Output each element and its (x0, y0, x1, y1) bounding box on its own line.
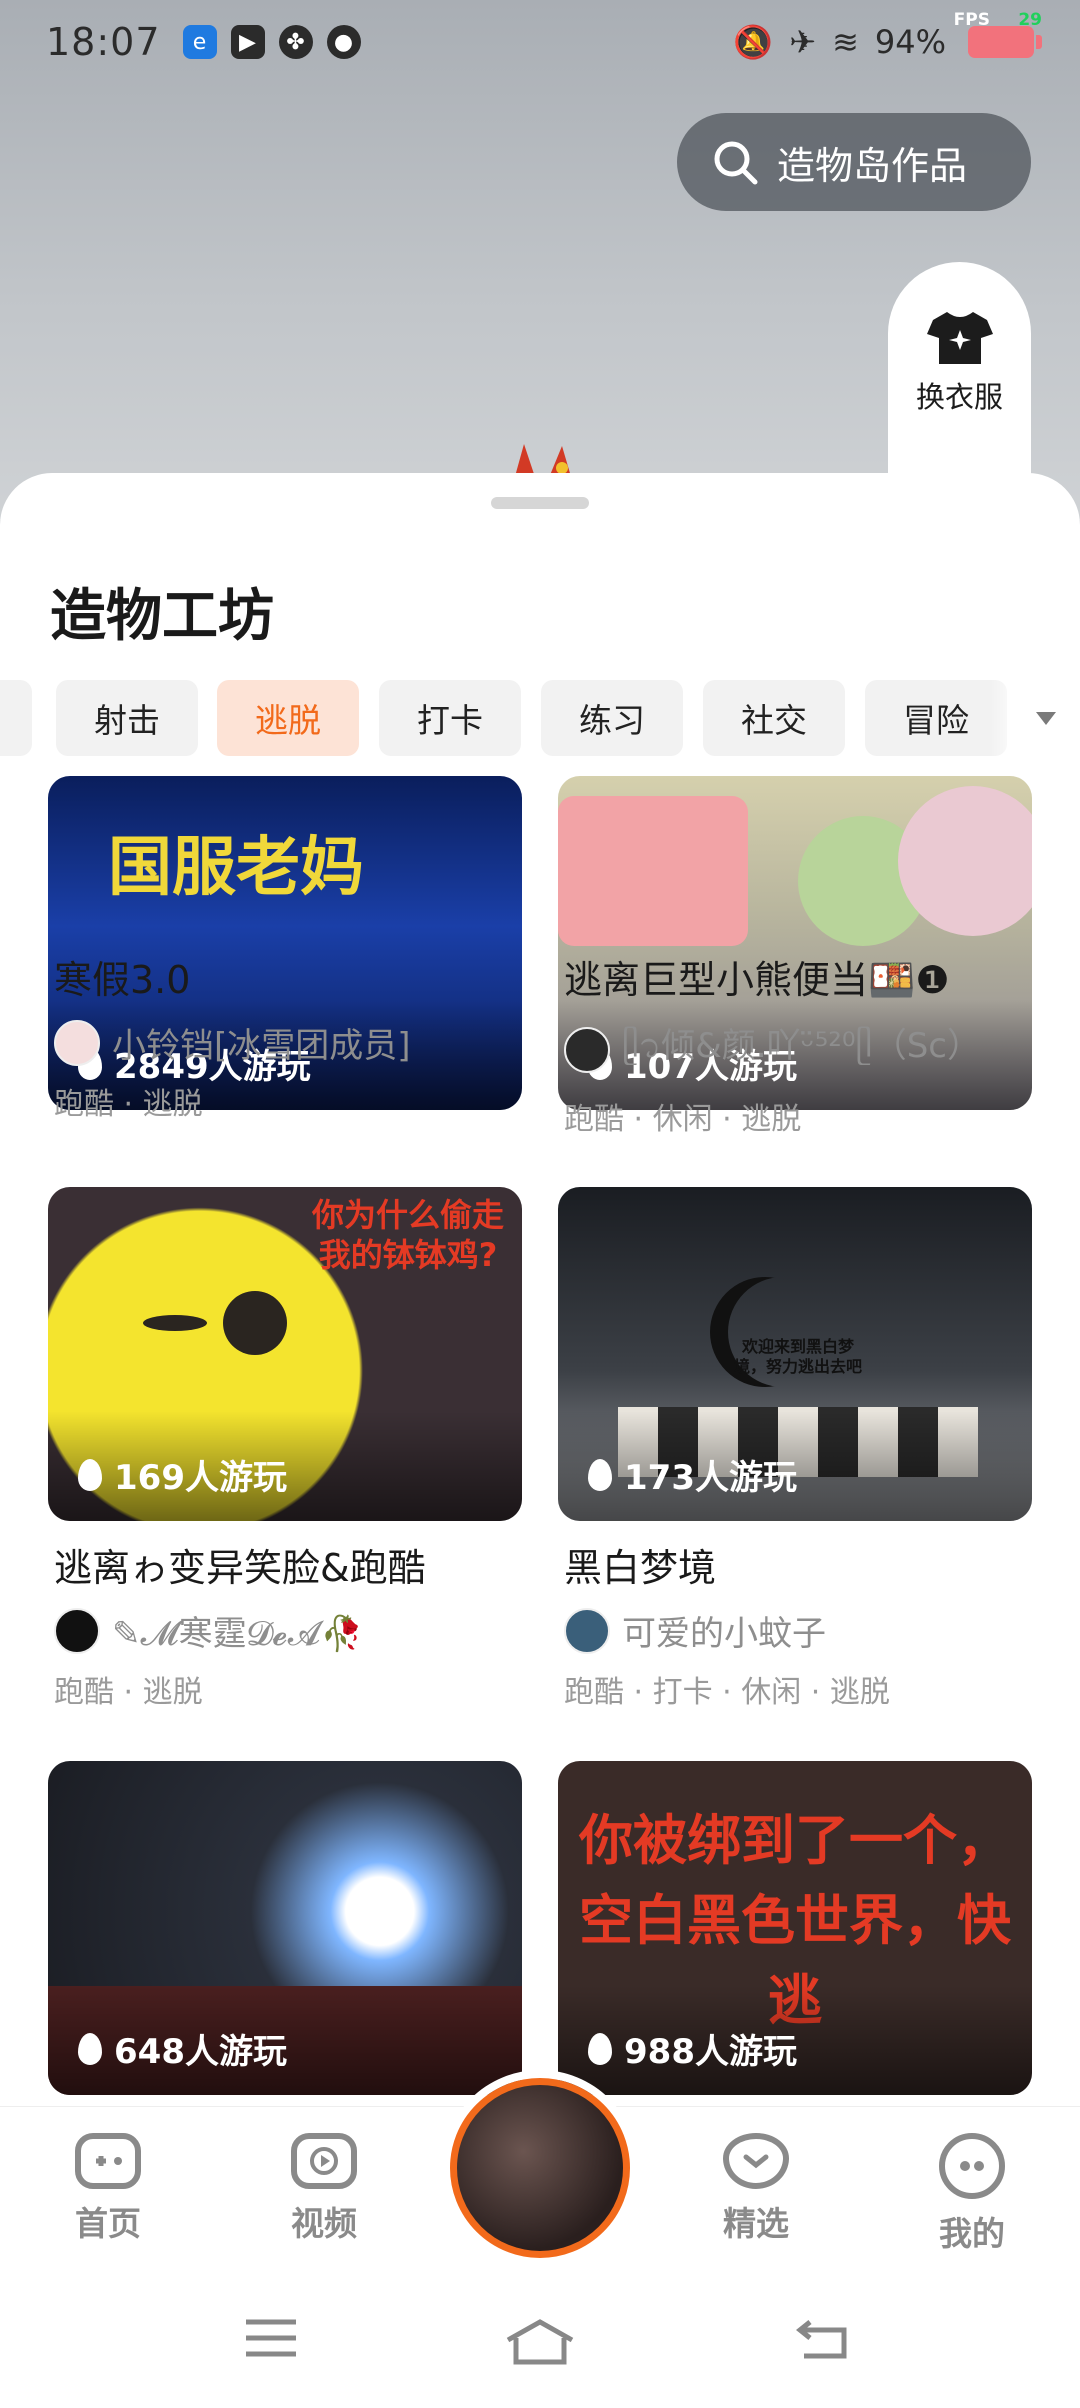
flame-icon (588, 2032, 612, 2065)
flame-icon (78, 1458, 102, 1491)
author-name: ✎𝓜寒霆𝓓𝓮𝓐🥀 (112, 1614, 363, 1654)
system-navigation-bar (0, 2266, 1080, 2408)
game-card-info[interactable]: 寒假3.0 小铃铛[冰雪团成员] 跑酷 · 逃脱 (48, 949, 522, 1123)
avatar (54, 1607, 100, 1654)
browser-app-icon: e (182, 25, 217, 59)
game-author: ✎𝓜寒霆𝓓𝓮𝓐🥀 (48, 1606, 522, 1655)
chevron-down-icon (1036, 711, 1056, 725)
game-title: 逃离ゎ变异笑脸&跑酷 (54, 1546, 426, 1590)
nav-home[interactable]: 首页 (38, 2133, 178, 2245)
avatar (564, 1027, 610, 1073)
fps-value: 29 (1018, 10, 1042, 30)
avatar (54, 1019, 100, 1066)
game-title: 寒假3.0 (54, 958, 191, 1002)
flame-icon (588, 1458, 612, 1491)
game-card[interactable]: 你为什么偷走我的钵钵鸡? 169人游玩 逃离ゎ变异笑脸&跑酷 ✎𝓜寒霆𝓓𝓮𝓐🥀 … (48, 1187, 522, 1711)
thumbnail-caption: 欢迎来到黑白梦境，努力逃出去吧 (733, 1337, 862, 1376)
thumbnail-caption: 你为什么偷走我的钵钵鸡? (311, 1196, 504, 1274)
tshirt-icon (926, 312, 993, 364)
play-count-text: 988人游玩 (624, 2032, 797, 2072)
battery-percent: 94% (874, 23, 946, 61)
mute-icon: 🔕 (733, 23, 774, 61)
battery-icon (968, 26, 1042, 58)
avatar (564, 1607, 610, 1654)
search-icon (714, 141, 758, 185)
author-name: 小铃铛[冰雪团成员] (112, 1026, 411, 1066)
nav-mine-label: 我的 (939, 2214, 1005, 2253)
game-scene-background[interactable]: 18:07 e ▶ ✤ ● 🔕 ✈ ≋ 94% FPS 29 造物岛作品 换衣服 (0, 0, 1080, 522)
nav-featured[interactable]: 精选 (686, 2133, 826, 2245)
game-card[interactable]: 欢迎来到黑白梦境，努力逃出去吧 173人游玩 黑白梦境 可爱的小蚊子 跑酷 · … (558, 1187, 1032, 1711)
game-title: 逃离巨型小熊便当🍱❶ (564, 958, 950, 1002)
center-avatar-button[interactable] (450, 2078, 630, 2258)
video-app-icon: ▶ (230, 25, 265, 59)
author-name: 可爱的小蚊子 (622, 1614, 826, 1654)
home-icon[interactable] (504, 2318, 576, 2366)
play-count-text: 173人游玩 (624, 1458, 797, 1498)
status-notification-icons: e ▶ ✤ ● (182, 25, 361, 59)
airplane-mode-icon: ✈ (789, 23, 817, 61)
nav-mine[interactable]: 我的 (902, 2133, 1042, 2255)
nav-video[interactable]: 视频 (254, 2133, 394, 2245)
author-name: ᥫ᭡倾&颜.吖ᵕ̈⁵²⁰ᥫ（Sc） (622, 1026, 981, 1066)
status-bar: 18:07 e ▶ ✤ ● 🔕 ✈ ≋ 94% FPS 29 (0, 0, 1080, 84)
game-title: 黑白梦境 (564, 1546, 717, 1590)
smiley-icon (939, 2133, 1005, 2199)
game-author: 小铃铛[冰雪团成员] (48, 1018, 522, 1067)
game-author: 可爱的小蚊子 (558, 1606, 1032, 1655)
game-tags: 跑酷 · 逃脱 (54, 1087, 203, 1122)
nav-video-label: 视频 (291, 2204, 357, 2243)
play-count-text: 648人游玩 (114, 2032, 287, 2072)
chat-app-icon: ● (326, 25, 361, 59)
pinwheel-app-icon: ✤ (278, 25, 313, 59)
nav-featured-label: 精选 (723, 2204, 789, 2243)
game-thumbnail[interactable]: 你被绑到了一个，空白黑色世界，快逃 988人游玩 (558, 1761, 1032, 2095)
search-button[interactable]: 造物岛作品 (677, 113, 1031, 211)
game-tags: 跑酷 · 打卡 · 休闲 · 逃脱 (564, 1675, 890, 1710)
heart-icon (723, 2133, 789, 2189)
thumbnail-caption: 国服老妈 (108, 831, 364, 905)
game-tags: 跑酷 · 逃脱 (54, 1675, 203, 1710)
play-count: 173人游玩 (588, 1450, 797, 1499)
game-tags: 跑酷 · 休闲 · 逃脱 (564, 1102, 802, 1137)
back-icon[interactable] (796, 2318, 850, 2360)
search-label: 造物岛作品 (777, 143, 968, 188)
nav-home-label: 首页 (75, 2204, 141, 2243)
game-thumbnail[interactable]: 648人游玩 (48, 1761, 522, 2095)
play-count: 169人游玩 (78, 1450, 287, 1499)
status-time: 18:07 (46, 20, 161, 64)
menu-icon[interactable] (244, 2318, 298, 2358)
game-author: ᥫ᭡倾&颜.吖ᵕ̈⁵²⁰ᥫ（Sc） (558, 1018, 1032, 1082)
gamepad-icon (75, 2133, 141, 2189)
tab-partial[interactable] (0, 680, 32, 756)
game-card[interactable]: 你被绑到了一个，空白黑色世界，快逃 988人游玩 (558, 1761, 1032, 2095)
play-video-icon (291, 2133, 357, 2189)
play-count: 648人游玩 (78, 2024, 287, 2073)
flame-icon (78, 2032, 102, 2065)
fps-label: FPS (953, 10, 990, 30)
game-card[interactable]: 648人游玩 (48, 1761, 522, 2095)
play-count: 988人游玩 (588, 2024, 797, 2073)
game-thumbnail[interactable]: 欢迎来到黑白梦境，努力逃出去吧 173人游玩 (558, 1187, 1032, 1521)
game-thumbnail[interactable]: 你为什么偷走我的钵钵鸡? 169人游玩 (48, 1187, 522, 1521)
play-count-text: 169人游玩 (114, 1458, 287, 1498)
change-outfit-label: 换衣服 (915, 380, 1003, 414)
game-card-info[interactable]: 逃离巨型小熊便当🍱❶ ᥫ᭡倾&颜.吖ᵕ̈⁵²⁰ᥫ（Sc） 跑酷 · 休闲 · 逃… (558, 949, 1032, 1138)
wifi-icon: ≋ (832, 23, 859, 61)
